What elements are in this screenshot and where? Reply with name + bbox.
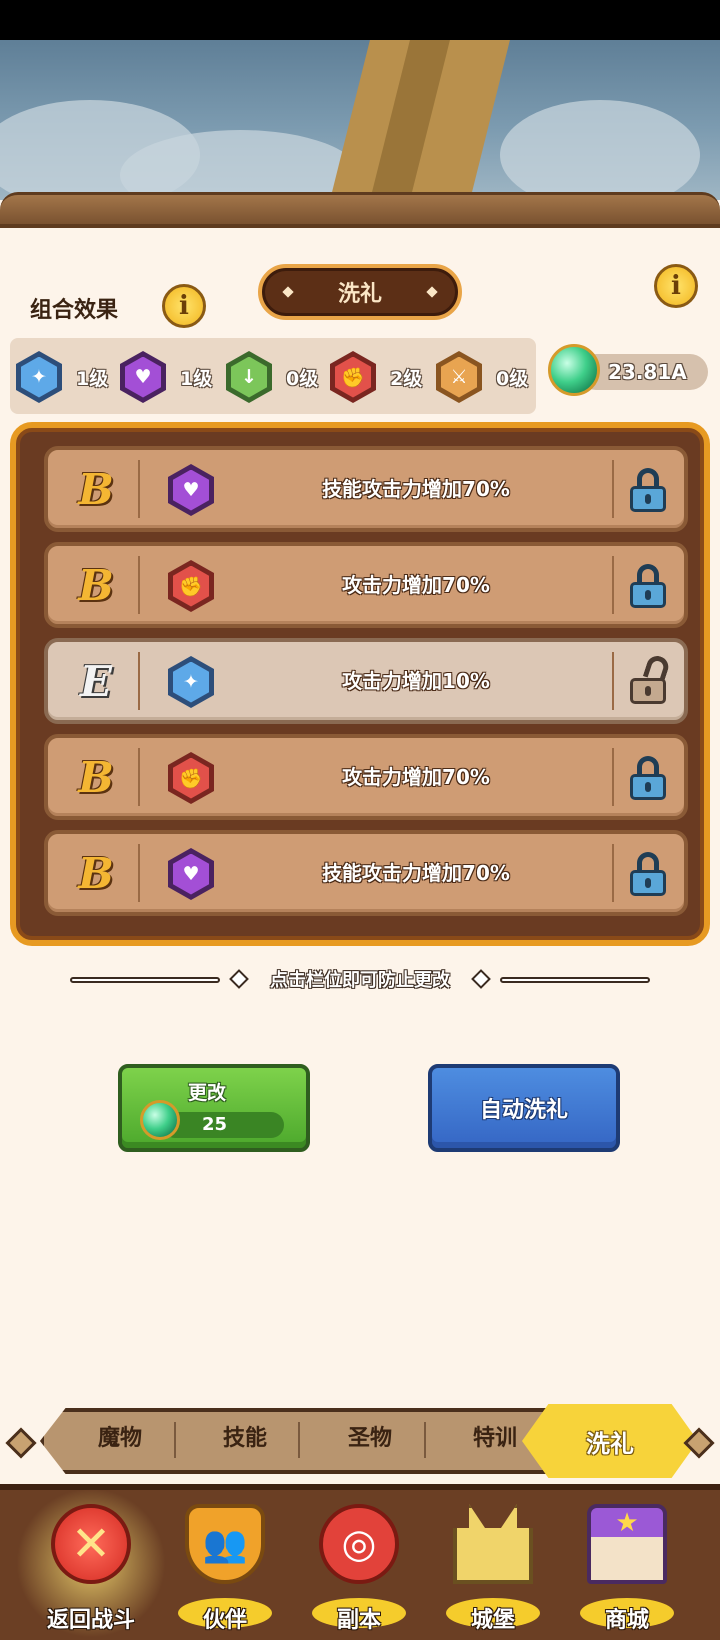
unlock-icon[interactable] [628, 653, 672, 704]
slot-effect-text: 技能攻击力增加70% [322, 861, 510, 885]
nav-return-battle[interactable]: ✕ 返回战斗 [16, 1488, 166, 1638]
red-fist-gem-icon: ✊ [173, 565, 209, 607]
auto-baptism-label: 自动洗礼 [479, 1098, 568, 1123]
nav-partner[interactable]: 👥 伙伴 [160, 1498, 290, 1638]
slot-1[interactable]: B ♥ 技能攻击力增加70% [44, 446, 688, 532]
red-fist-gem-icon: ✊ [335, 356, 371, 398]
nav-dungeon[interactable]: ◎ 副本 [294, 1498, 424, 1638]
change-button[interactable]: 更改 25 [118, 1064, 310, 1152]
purple-heart-gem-icon: ♥ [173, 469, 209, 511]
slot-effect-text: 攻击力增加70% [342, 765, 490, 789]
lock-icon[interactable] [628, 756, 668, 800]
tab-skill[interactable]: 技能 [185, 1420, 305, 1452]
panel-wood-frame [0, 192, 720, 228]
grade-badge: B [78, 561, 114, 610]
tab-baptism[interactable]: 洗礼 [522, 1404, 698, 1478]
combo-effect-label: 组合效果 [30, 298, 119, 323]
slot-effect-text: 攻击力增加10% [342, 669, 490, 693]
close-x-icon: ✕ [51, 1504, 131, 1584]
green-sword-gem-icon: ↓ [231, 356, 267, 398]
background-scene [0, 40, 720, 200]
castle-icon [453, 1504, 533, 1584]
combo-info-button[interactable]: i [162, 284, 206, 328]
grade-badge: E [79, 657, 112, 706]
tab-left-arrow-icon[interactable] [5, 1427, 37, 1459]
change-button-label: 更改 [188, 1082, 227, 1104]
grade-badge: B [78, 753, 114, 802]
tab-monster[interactable]: 魔物 [60, 1420, 180, 1452]
slot-effect-text: 攻击力增加70% [342, 573, 490, 597]
slot-3[interactable]: E ✦ 攻击力增加10% [44, 638, 688, 724]
baptism-slots-panel: B ♥ 技能攻击力增加70% B ✊ 攻击力增加70% E ✦ 攻击力增加10%… [10, 422, 710, 946]
green-orb-icon [548, 344, 600, 396]
bottom-nav: ✕ 返回战斗 👥 伙伴 ◎ 副本 城堡 ★ 商城 [0, 1484, 720, 1640]
lock-icon[interactable] [628, 852, 668, 896]
combo-item-orange: ⚔ 0级 [436, 351, 528, 403]
slot-effect-text: 技能攻击力增加70% [322, 477, 510, 501]
dungeon-target-icon: ◎ [319, 1504, 399, 1584]
slot-2[interactable]: B ✊ 攻击力增加70% [44, 542, 688, 628]
slot-4[interactable]: B ✊ 攻击力增加70% [44, 734, 688, 820]
nav-castle[interactable]: 城堡 [428, 1498, 558, 1638]
combo-item-green: ↓ 0级 [226, 351, 318, 403]
currency-display: 23.81A [548, 342, 712, 398]
green-orb-icon [140, 1100, 180, 1140]
lock-icon[interactable] [628, 564, 668, 608]
sub-tabs: 魔物 技能 圣物 特训 洗礼 [5, 1404, 715, 1478]
grade-badge: B [78, 849, 114, 898]
page-title: 洗礼 [258, 264, 462, 320]
status-bar [0, 0, 720, 40]
change-cost: 25 [202, 1114, 228, 1135]
purple-heart-gem-icon: ♥ [125, 356, 161, 398]
lock-hint-text: 点击栏位即可防止更改 [270, 970, 450, 991]
blue-gem-icon: ✦ [21, 356, 57, 398]
grade-badge: B [78, 465, 114, 514]
nav-shop[interactable]: ★ 商城 [562, 1498, 692, 1638]
tab-relic[interactable]: 圣物 [310, 1420, 430, 1452]
combo-effect-row[interactable]: ✦ 1级 ♥ 1级 ↓ 0级 ✊ 2级 ⚔ 0级 [10, 338, 536, 414]
blue-gem-icon: ✦ [173, 661, 209, 703]
page-title-text: 洗礼 [337, 282, 382, 307]
slot-5[interactable]: B ♥ 技能攻击力增加70% [44, 830, 688, 916]
auto-baptism-button[interactable]: 自动洗礼 [428, 1064, 620, 1152]
page-info-button[interactable]: i [654, 264, 698, 308]
purple-heart-gem-icon: ♥ [173, 853, 209, 895]
red-fist-gem-icon: ✊ [173, 757, 209, 799]
combo-item-blue: ✦ 1级 [16, 351, 108, 403]
combo-item-red: ✊ 2级 [330, 351, 422, 403]
partner-shield-icon: 👥 [185, 1504, 265, 1584]
orange-sword-gem-icon: ⚔ [441, 356, 477, 398]
lock-hint: 点击栏位即可防止更改 [70, 966, 650, 994]
lock-icon[interactable] [628, 468, 668, 512]
combo-item-purple: ♥ 1级 [120, 351, 212, 403]
shop-icon: ★ [587, 1504, 667, 1584]
